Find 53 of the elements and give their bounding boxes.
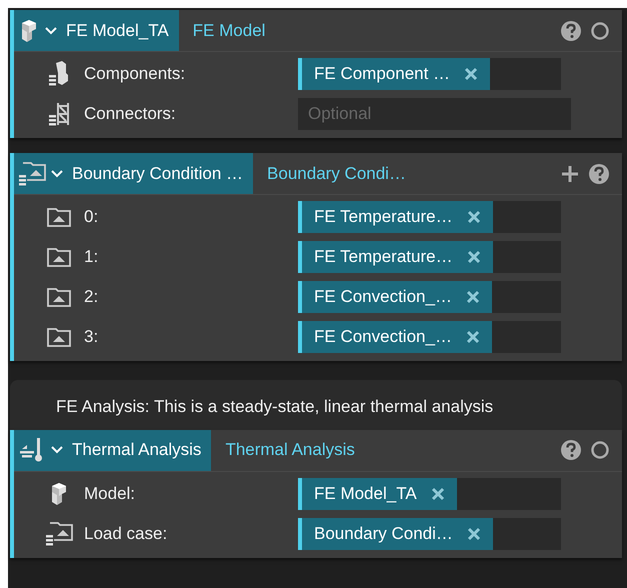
chevron-icon[interactable] bbox=[50, 445, 64, 455]
toggle-icon[interactable] bbox=[590, 20, 610, 40]
input-label: Connectors: bbox=[83, 104, 177, 124]
row-icon bbox=[48, 101, 70, 127]
remove-icon[interactable] bbox=[466, 526, 481, 540]
node-title: Boundary Condition … bbox=[72, 164, 244, 184]
chevron-icon[interactable] bbox=[50, 168, 64, 178]
node-title: Thermal Analysis bbox=[72, 440, 202, 460]
value-chip[interactable]: FE Convection_… bbox=[298, 321, 492, 353]
remove-icon[interactable] bbox=[466, 250, 481, 264]
input-label: 3: bbox=[83, 327, 100, 347]
value-chip[interactable]: FE Convection_… bbox=[298, 281, 492, 313]
chevron-icon[interactable] bbox=[44, 26, 58, 36]
row-icon bbox=[47, 287, 71, 307]
toggle-icon[interactable] bbox=[590, 440, 610, 460]
input-label: Components: bbox=[83, 64, 186, 84]
value-chip[interactable]: FE Temperature… bbox=[298, 201, 493, 233]
add-icon[interactable] bbox=[560, 164, 580, 184]
remove-icon[interactable] bbox=[466, 290, 480, 304]
node-type-label: Thermal Analysis bbox=[225, 440, 355, 460]
remove-icon[interactable] bbox=[466, 210, 481, 224]
input-label: 2: bbox=[83, 287, 100, 307]
input-label: Model: bbox=[83, 484, 136, 504]
row-icon bbox=[48, 61, 70, 87]
input-label: Load case: bbox=[83, 524, 168, 544]
node-type-label: FE Model bbox=[192, 20, 266, 40]
input-field[interactable]: FE Convection_… bbox=[298, 321, 561, 353]
value-chip[interactable]: FE Temperature… bbox=[298, 241, 493, 273]
node-icon bbox=[18, 160, 46, 186]
input-field[interactable]: FE Component … bbox=[298, 58, 561, 90]
help-icon[interactable] bbox=[560, 20, 582, 42]
value-chip[interactable]: FE Component … bbox=[298, 58, 490, 90]
input-field[interactable]: FE Temperature… bbox=[298, 201, 561, 233]
row-icon bbox=[47, 207, 71, 227]
input-field[interactable]: FE Temperature… bbox=[298, 241, 561, 273]
input-field[interactable]: Boundary Condi… bbox=[298, 518, 561, 550]
row-icon bbox=[47, 327, 71, 347]
node-title: FE Model_TA bbox=[66, 20, 169, 40]
remove-icon[interactable] bbox=[466, 330, 480, 344]
help-icon[interactable] bbox=[560, 439, 582, 461]
input-field[interactable]: FE Convection_… bbox=[298, 281, 561, 313]
remove-icon[interactable] bbox=[430, 486, 445, 500]
value-chip[interactable]: FE Model_TA bbox=[298, 478, 457, 510]
input-field[interactable]: FE Model_TA bbox=[298, 478, 561, 510]
row-icon bbox=[47, 247, 71, 267]
remove-icon[interactable] bbox=[464, 67, 478, 81]
help-icon[interactable] bbox=[588, 162, 610, 184]
node-type-label: Boundary Condi… bbox=[267, 164, 406, 184]
value-chip[interactable]: Boundary Condi… bbox=[298, 518, 493, 550]
comment-text: FE Analysis: This is a steady-state, linear thermal analysis bbox=[10, 380, 622, 430]
input-label: 1: bbox=[83, 247, 100, 267]
row-icon bbox=[45, 520, 73, 546]
input-label: 0: bbox=[83, 207, 100, 227]
